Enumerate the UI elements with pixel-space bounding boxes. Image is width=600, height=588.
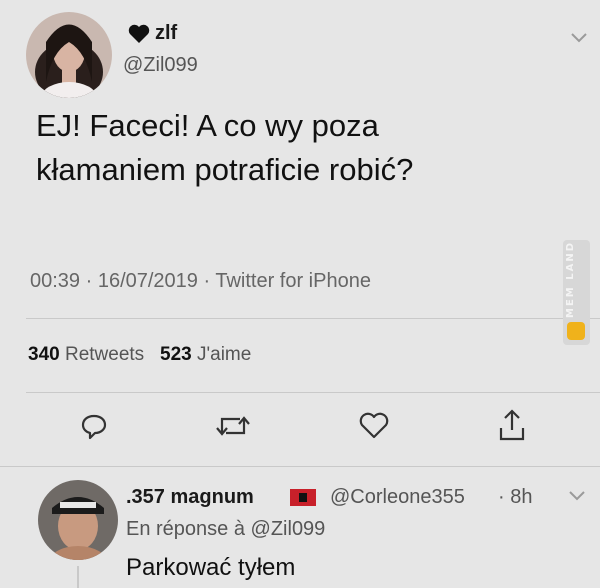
likes-count[interactable]: 523: [160, 344, 192, 365]
memland-watermark: MEM LAND: [563, 240, 590, 345]
likes-label[interactable]: J'aime: [197, 344, 251, 365]
author-avatar-image: [26, 12, 112, 98]
divider-top: [26, 318, 600, 319]
reply-text: Parkować tyłem: [126, 554, 296, 581]
tweet-text-line-1: EJ! Faceci! A co wy poza: [36, 108, 379, 143]
author-handle[interactable]: @Zil099: [123, 54, 198, 77]
reply-chevron-down-icon[interactable]: [568, 490, 586, 502]
divider-middle: [26, 392, 600, 393]
smiley-logo-icon: [567, 322, 585, 340]
reply-avatar-image: [38, 480, 118, 560]
author-avatar[interactable]: [26, 12, 112, 98]
watermark-text: MEM LAND: [565, 241, 576, 318]
reply-author-avatar[interactable]: [38, 480, 118, 560]
reply-time[interactable]: · 8h: [498, 486, 532, 509]
author-name[interactable]: zlf: [155, 22, 177, 45]
reply-icon[interactable]: [80, 412, 108, 440]
reply-author-name[interactable]: .357 magnum: [126, 486, 254, 509]
tweet-text-line-2: kłamaniem potraficie robić?: [36, 152, 414, 187]
tweet-stats: 340 Retweets 523 J'aime: [28, 344, 251, 366]
reply-thread-line: [77, 566, 79, 588]
retweets-count[interactable]: 340: [28, 344, 60, 365]
in-reply-to[interactable]: En réponse à @Zil099: [126, 518, 325, 541]
tweet-timestamp[interactable]: 00:39 · 16/07/2019 · Twitter for iPhone: [30, 270, 371, 293]
share-icon[interactable]: [497, 408, 527, 442]
retweet-icon[interactable]: [216, 413, 250, 439]
reply-author-handle[interactable]: @Corleone355: [330, 486, 465, 509]
retweets-label[interactable]: Retweets: [65, 344, 144, 365]
chevron-down-icon[interactable]: [570, 32, 588, 44]
like-icon[interactable]: [358, 412, 390, 440]
flag-icon: [290, 489, 316, 506]
black-heart-icon: [128, 24, 150, 44]
divider-bottom: [0, 466, 600, 467]
